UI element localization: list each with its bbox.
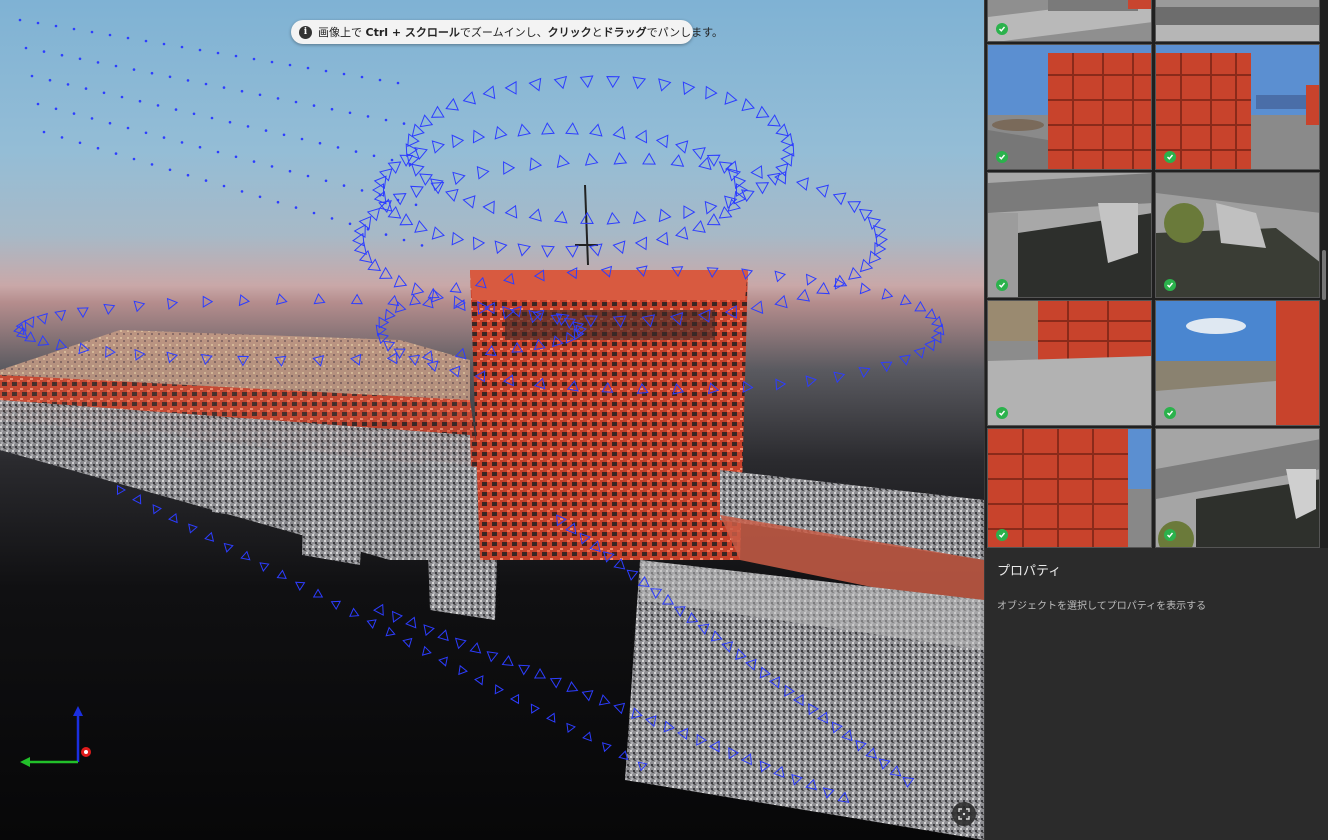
3d-viewport[interactable]: i 画像上で Ctrl + スクロールでズームインし、クリックとドラッグでパンし… (0, 0, 984, 840)
fullscreen-icon (958, 808, 970, 820)
checked-icon (1164, 529, 1176, 541)
thumbnail[interactable] (1155, 0, 1320, 42)
hint-text: 画像上で Ctrl + スクロールでズームインし、クリックとドラッグでパンします… (318, 26, 724, 39)
checked-icon (996, 529, 1008, 541)
thumbnail[interactable] (987, 172, 1152, 298)
thumbnail[interactable] (987, 428, 1152, 548)
fullscreen-button[interactable] (952, 802, 976, 826)
image-gallery[interactable] (985, 0, 1328, 548)
checked-icon (1164, 279, 1176, 291)
checked-icon (1164, 407, 1176, 419)
properties-title: プロパティ (997, 564, 1062, 579)
thumbnail[interactable] (987, 44, 1152, 170)
navigation-hint-banner: i 画像上で Ctrl + スクロールでズームインし、クリックとドラッグでパンし… (291, 20, 723, 44)
axis-gizmo-icon (20, 706, 91, 767)
checked-icon (996, 23, 1008, 35)
checked-icon (996, 151, 1008, 163)
point-cloud-scene (0, 18, 984, 840)
info-icon: i (299, 25, 312, 39)
app-window: i 画像上で Ctrl + スクロールでズームインし、クリックとドラッグでパンし… (0, 0, 1328, 840)
gallery-scrollbar[interactable] (1322, 250, 1326, 300)
thumbnail[interactable] (1155, 172, 1320, 298)
thumbnail[interactable] (1155, 428, 1320, 548)
thumbnail[interactable] (1155, 44, 1320, 170)
checked-icon (1164, 151, 1176, 163)
checked-icon (996, 407, 1008, 419)
side-panel: プロパティ オブジェクトを選択してプロパティを表示する (984, 0, 1328, 840)
thumbnail[interactable] (987, 300, 1152, 426)
properties-panel: プロパティ オブジェクトを選択してプロパティを表示する (985, 548, 1328, 840)
thumbnail[interactable] (987, 0, 1152, 42)
checked-icon (996, 279, 1008, 291)
properties-empty-message: オブジェクトを選択してプロパティを表示する (997, 601, 1207, 612)
thumbnail[interactable] (1155, 300, 1320, 426)
